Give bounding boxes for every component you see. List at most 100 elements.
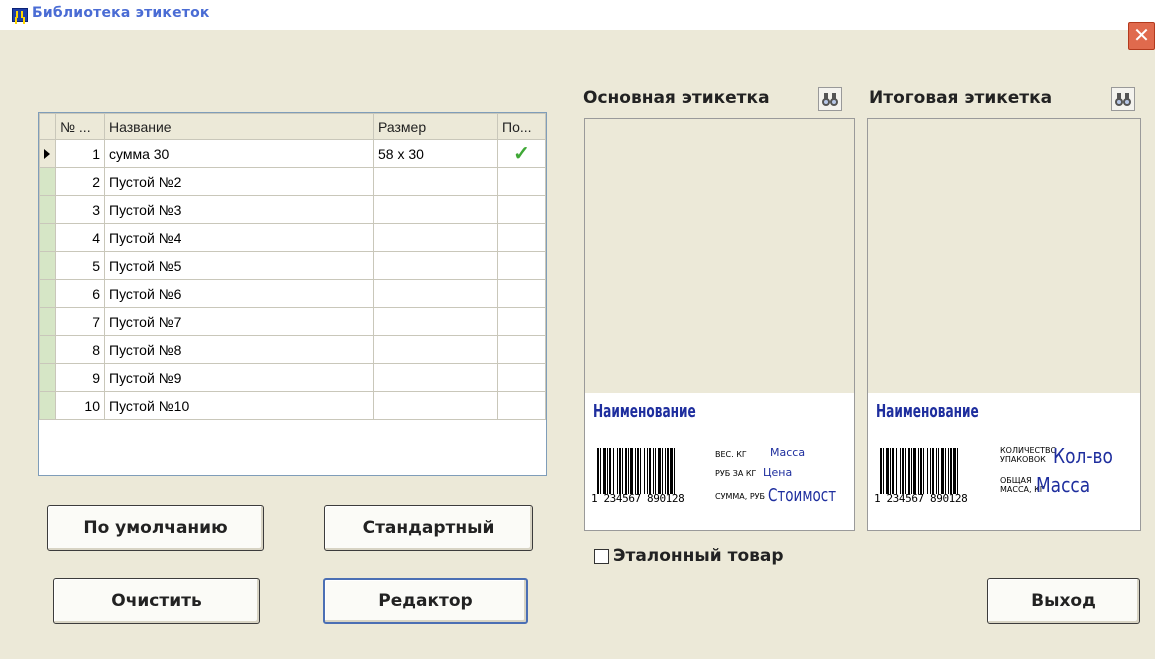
checkbox-label: Эталонный товар xyxy=(613,546,784,566)
row-indicator[interactable] xyxy=(39,363,56,392)
cell-flag[interactable] xyxy=(497,391,546,420)
main-price-caption: РУБ ЗА КГ xyxy=(715,469,757,478)
barcode-bar xyxy=(674,448,675,494)
binoculars-icon xyxy=(822,93,838,106)
cell-name[interactable]: Пустой №4 xyxy=(104,223,374,252)
cell-number[interactable]: 1 xyxy=(55,139,105,168)
total-qty-value: Кол-во xyxy=(1053,444,1113,468)
row-indicator[interactable] xyxy=(39,195,56,224)
table-row[interactable]: 2 Пустой №2 xyxy=(39,167,546,196)
cell-flag[interactable] xyxy=(497,251,546,280)
labels-table[interactable]: № ... Название Размер По... 1 сумма 30 58 … xyxy=(38,112,547,476)
cell-number[interactable]: 9 xyxy=(55,363,105,392)
barcode-bar xyxy=(662,448,663,494)
cell-number[interactable]: 10 xyxy=(55,391,105,420)
main-barcode xyxy=(597,448,675,494)
barcode-bar xyxy=(617,448,618,494)
row-indicator[interactable] xyxy=(39,279,56,308)
clear-button[interactable]: Очистить xyxy=(53,578,260,624)
col-name-header[interactable]: Название xyxy=(104,113,374,140)
table-row[interactable]: 9 Пустой №9 xyxy=(39,363,546,392)
table-row[interactable]: 8 Пустой №8 xyxy=(39,335,546,364)
cell-number[interactable]: 2 xyxy=(55,167,105,196)
default-button[interactable]: По умолчанию xyxy=(47,505,264,551)
cell-name[interactable]: сумма 30 xyxy=(104,139,374,168)
barcode-bar xyxy=(613,448,614,494)
table-row[interactable]: 1 сумма 30 58 x 30 ✓ xyxy=(39,139,546,168)
cell-name[interactable]: Пустой №7 xyxy=(104,307,374,336)
table-row[interactable]: 10 Пустой №10 xyxy=(39,391,546,420)
cell-name[interactable]: Пустой №6 xyxy=(104,279,374,308)
cell-flag[interactable] xyxy=(497,279,546,308)
cell-name[interactable]: Пустой №9 xyxy=(104,363,374,392)
barcode-bar xyxy=(923,448,924,494)
cell-number[interactable]: 8 xyxy=(55,335,105,364)
editor-button[interactable]: Редактор xyxy=(323,578,528,624)
col-number-header[interactable]: № ... xyxy=(55,113,105,140)
row-indicator[interactable] xyxy=(39,391,56,420)
cell-size[interactable] xyxy=(373,391,498,420)
find-total-button[interactable] xyxy=(1111,87,1135,111)
find-main-button[interactable] xyxy=(818,87,842,111)
standard-button[interactable]: Стандартный xyxy=(324,505,533,551)
cell-size[interactable] xyxy=(373,167,498,196)
cell-size[interactable] xyxy=(373,251,498,280)
cell-size[interactable]: 58 x 30 xyxy=(373,139,498,168)
cell-name[interactable]: Пустой №3 xyxy=(104,195,374,224)
cell-name[interactable]: Пустой №2 xyxy=(104,167,374,196)
clear-button-label: Очистить xyxy=(111,591,202,611)
cell-size[interactable] xyxy=(373,335,498,364)
table-row[interactable]: 4 Пустой №4 xyxy=(39,223,546,252)
barcode-bar xyxy=(653,448,654,494)
row-indicator[interactable] xyxy=(39,223,56,252)
checkbox-box[interactable] xyxy=(594,549,609,564)
table-row[interactable]: 7 Пустой №7 xyxy=(39,307,546,336)
barcode-bar xyxy=(908,448,910,494)
cell-size[interactable] xyxy=(373,223,498,252)
cell-number[interactable]: 3 xyxy=(55,195,105,224)
row-indicator[interactable] xyxy=(39,335,56,364)
cell-number[interactable]: 5 xyxy=(55,251,105,280)
barcode-bar xyxy=(892,448,894,494)
main-price-value: Цена xyxy=(763,466,793,479)
cell-flag[interactable] xyxy=(497,167,546,196)
barcode-bar xyxy=(670,448,673,494)
barcode-bar xyxy=(647,448,648,494)
cell-number[interactable]: 6 xyxy=(55,279,105,308)
app-icon xyxy=(12,8,28,22)
barcode-bar xyxy=(938,448,939,494)
barcode-bar xyxy=(936,448,937,494)
cell-flag[interactable] xyxy=(497,335,546,364)
cell-flag[interactable] xyxy=(497,223,546,252)
col-size-header[interactable]: Размер xyxy=(373,113,498,140)
barcode-bar xyxy=(644,448,645,494)
table-row[interactable]: 5 Пустой №5 xyxy=(39,251,546,280)
row-indicator[interactable] xyxy=(39,251,56,280)
cell-flag[interactable] xyxy=(497,307,546,336)
col-flag-header[interactable]: По... xyxy=(497,113,546,140)
total-label-preview: Наименование 1 234567 890128 КОЛИЧЕСТВО … xyxy=(867,118,1141,531)
row-indicator[interactable] xyxy=(39,167,56,196)
cell-number[interactable]: 4 xyxy=(55,223,105,252)
table-row[interactable]: 6 Пустой №6 xyxy=(39,279,546,308)
barcode-bar xyxy=(945,448,946,494)
cell-size[interactable] xyxy=(373,307,498,336)
exit-button[interactable]: Выход xyxy=(987,578,1140,624)
table-row[interactable]: 3 Пустой №3 xyxy=(39,195,546,224)
barcode-bar xyxy=(920,448,922,494)
cell-size[interactable] xyxy=(373,279,498,308)
cell-number[interactable]: 7 xyxy=(55,307,105,336)
cell-size[interactable] xyxy=(373,363,498,392)
cell-name[interactable]: Пустой №10 xyxy=(104,391,374,420)
cell-flag[interactable]: ✓ xyxy=(497,139,546,168)
cell-name[interactable]: Пустой №8 xyxy=(104,335,374,364)
row-indicator[interactable] xyxy=(39,139,56,168)
close-button[interactable]: ✕ xyxy=(1128,22,1155,50)
cell-flag[interactable] xyxy=(497,195,546,224)
total-mass-value: Масса xyxy=(1036,473,1091,497)
cell-flag[interactable] xyxy=(497,363,546,392)
main-sum-caption: СУММА, РУБ xyxy=(715,492,766,501)
row-indicator[interactable] xyxy=(39,307,56,336)
cell-size[interactable] xyxy=(373,195,498,224)
cell-name[interactable]: Пустой №5 xyxy=(104,251,374,280)
